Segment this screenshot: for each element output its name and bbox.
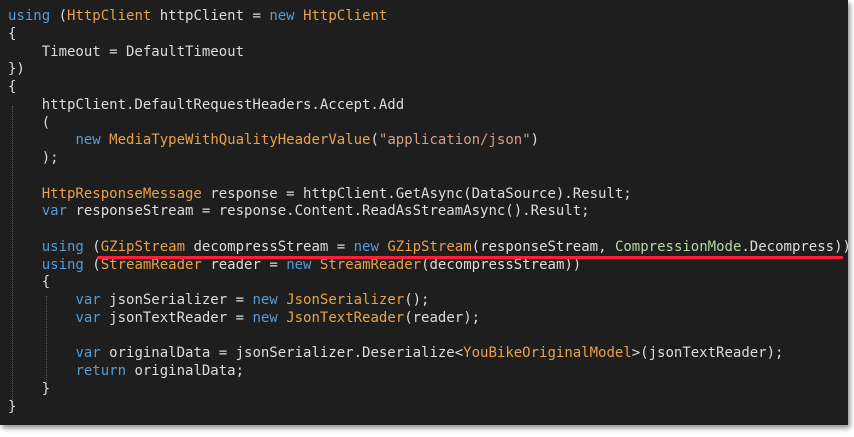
code-line[interactable]: var jsonSerializer = new JsonSerializer(… bbox=[8, 292, 848, 310]
code-line[interactable]: return originalData; bbox=[8, 363, 848, 381]
code-token-keyword: new bbox=[252, 292, 278, 308]
code-token-plain: ( bbox=[83, 238, 101, 255]
code-token-plain: originalData; bbox=[126, 363, 245, 379]
code-line[interactable]: using (GZipStream decompressStream = new… bbox=[8, 239, 848, 257]
code-token-keyword: using bbox=[41, 256, 84, 273]
code-line[interactable]: } bbox=[8, 399, 848, 417]
code-token-plain: >(jsonTextReader); bbox=[631, 345, 784, 362]
code-line[interactable]: ); bbox=[8, 150, 848, 168]
code-token-plain: .Decompress)) bbox=[741, 238, 848, 255]
code-token-plain: { bbox=[8, 25, 17, 42]
code-token-plain: jsonTextReader = bbox=[100, 309, 253, 326]
code-line[interactable]: var responseStream = response.Content.Re… bbox=[8, 203, 848, 221]
code-editor[interactable]: using (HttpClient httpClient = new HttpC… bbox=[0, 0, 848, 425]
code-token-keyword: var bbox=[41, 203, 68, 220]
code-token-plain: ( bbox=[50, 8, 68, 24]
code-line[interactable]: { bbox=[8, 79, 848, 97]
code-token-plain: response = httpClient.GetAsync(DataSourc… bbox=[201, 185, 632, 202]
code-token-plain: ( bbox=[8, 114, 51, 131]
code-token-type: YouBikeOriginalModel bbox=[463, 345, 632, 362]
code-line[interactable]: using (HttpClient httpClient = new HttpC… bbox=[8, 8, 848, 26]
code-line[interactable]: { bbox=[8, 26, 848, 44]
code-token-keyword: new bbox=[75, 132, 101, 149]
code-token-type: GZipStream bbox=[387, 238, 472, 255]
code-block[interactable]: using (HttpClient httpClient = new HttpC… bbox=[8, 8, 848, 416]
code-token-plain: (reader); bbox=[404, 309, 481, 326]
code-token-keyword: new bbox=[353, 238, 379, 255]
code-token-plain: } bbox=[8, 398, 17, 415]
code-token-type: HttpClient bbox=[303, 8, 388, 24]
code-token-plain: (responseStream, bbox=[471, 238, 615, 255]
code-token-type: HttpClient bbox=[67, 8, 152, 24]
code-line[interactable] bbox=[8, 328, 848, 346]
code-token-plain: Timeout = DefaultTimeout bbox=[8, 43, 245, 60]
code-token-type: JsonTextReader bbox=[286, 309, 405, 326]
code-token-string: "application/json" bbox=[378, 132, 531, 149]
code-line[interactable]: Timeout = DefaultTimeout bbox=[8, 44, 848, 62]
code-token-type: GZipStream bbox=[100, 238, 186, 255]
code-token-keyword: var bbox=[75, 292, 101, 308]
code-token-type: MediaTypeWithQualityHeaderValue bbox=[109, 132, 371, 149]
code-token-keyword: using bbox=[41, 238, 84, 255]
code-token-plain: httpClient = bbox=[151, 8, 270, 24]
code-token-keyword: new bbox=[252, 309, 278, 326]
code-line[interactable]: HttpResponseMessage response = httpClien… bbox=[8, 186, 848, 204]
code-token-plain: { bbox=[8, 79, 17, 95]
code-token-plain: httpClient.DefaultRequestHeaders.Accept.… bbox=[8, 96, 405, 113]
code-token-plain: (); bbox=[404, 292, 430, 308]
code-line[interactable]: ( bbox=[8, 115, 848, 133]
code-line[interactable]: new MediaTypeWithQualityHeaderValue("app… bbox=[8, 132, 848, 150]
code-token-plain: originalData = jsonSerializer.Deserializ… bbox=[100, 345, 464, 362]
code-line[interactable]: } bbox=[8, 381, 848, 399]
code-line[interactable] bbox=[8, 168, 848, 186]
code-line[interactable]: using (StreamReader reader = new StreamR… bbox=[8, 257, 848, 275]
code-token-plain: responseStream = response.Content.ReadAs… bbox=[67, 203, 590, 220]
code-token-plain: } bbox=[8, 380, 51, 397]
code-line[interactable] bbox=[8, 221, 848, 239]
code-line[interactable]: var jsonTextReader = new JsonTextReader(… bbox=[8, 310, 848, 328]
code-token-keyword: using bbox=[8, 8, 51, 24]
code-token-keyword: return bbox=[75, 363, 127, 379]
code-line[interactable]: httpClient.DefaultRequestHeaders.Accept.… bbox=[8, 97, 848, 115]
code-line[interactable]: { bbox=[8, 274, 848, 292]
code-token-keyword: var bbox=[75, 345, 101, 362]
code-token-plain: ) bbox=[530, 132, 540, 149]
code-token-plain: jsonSerializer = bbox=[100, 292, 253, 308]
code-token-enum: CompressionMode bbox=[614, 238, 742, 255]
code-token-plain: { bbox=[8, 274, 51, 291]
code-token-keyword: new bbox=[269, 8, 295, 24]
code-token-plain: ( bbox=[370, 132, 379, 149]
code-token-plain: decompressStream = bbox=[185, 238, 354, 255]
code-token-plain: ); bbox=[8, 150, 59, 166]
highlight-underline bbox=[97, 256, 843, 259]
code-token-keyword: var bbox=[75, 309, 101, 326]
code-line[interactable]: }) bbox=[8, 61, 848, 79]
code-token-type: HttpResponseMessage bbox=[41, 185, 202, 202]
code-line[interactable]: var originalData = jsonSerializer.Deseri… bbox=[8, 345, 848, 363]
code-token-type: JsonSerializer bbox=[286, 292, 405, 308]
code-token-plain: }) bbox=[8, 61, 25, 78]
